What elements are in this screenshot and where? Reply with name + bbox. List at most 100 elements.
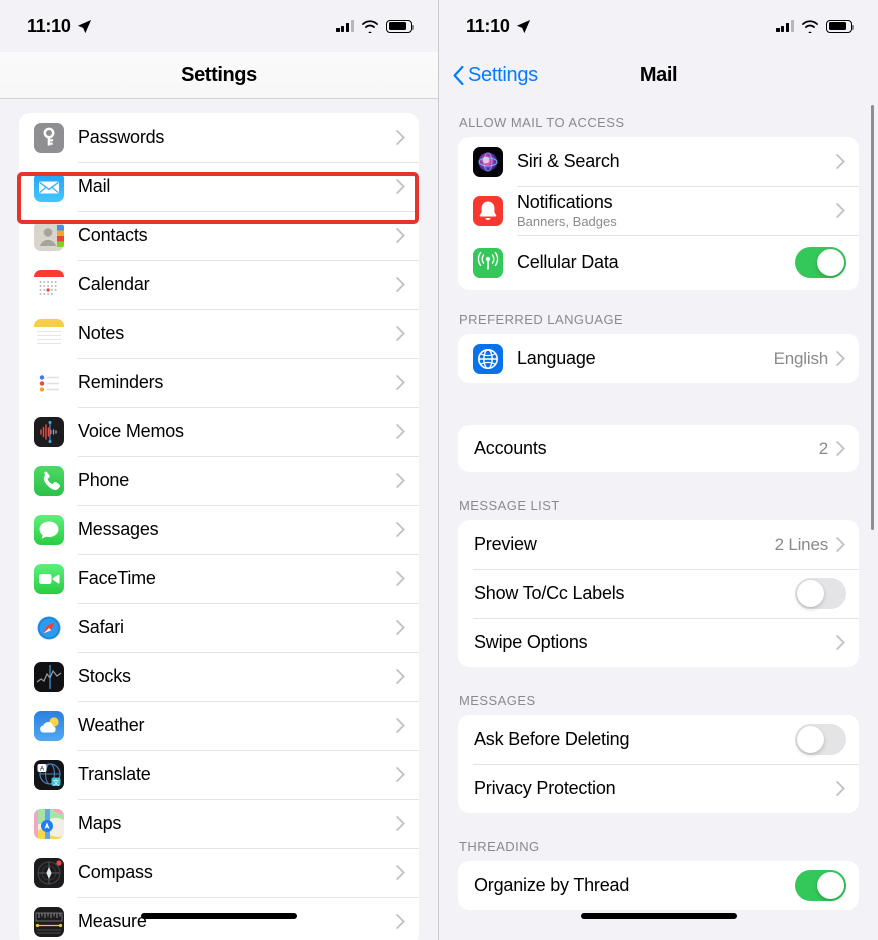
settings-row-label: Calendar	[78, 274, 150, 294]
cellular-signal-icon	[776, 20, 794, 32]
mail-row-swipe-options[interactable]: Swipe Options	[458, 618, 859, 667]
location-arrow-icon	[77, 19, 91, 33]
settings-row-passwords[interactable]: Passwords	[19, 113, 419, 162]
mail-row-ask-before-deleting[interactable]: Ask Before Deleting	[458, 715, 859, 764]
svg-text:A: A	[40, 765, 45, 772]
status-bar-time: 11:10	[466, 15, 510, 36]
settings-row-label: Translate	[78, 764, 151, 784]
mail-row-siri-search[interactable]: Siri & Search	[458, 137, 859, 186]
cellular-signal-icon	[336, 20, 354, 32]
left-settings-scroll-area[interactable]: Passwords Mail Contacts Calendar Notes R…	[0, 99, 438, 940]
contacts-app-icon	[34, 220, 64, 251]
section-header-threading: THREADING	[459, 839, 540, 854]
mail-row-organize-by-thread[interactable]: Organize by Thread	[458, 861, 859, 910]
settings-row-label: FaceTime	[78, 568, 156, 588]
mail-settings-scroll-area[interactable]: ALLOW MAIL TO ACCESS Siri & Search Notif…	[439, 99, 878, 940]
settings-row-translate[interactable]: A 文 Translate	[19, 750, 419, 799]
mail-row-label: Preview	[474, 534, 537, 554]
chevron-right-icon	[396, 277, 405, 292]
allow-access-card: Siri & Search Notifications Banners, Bad…	[458, 137, 859, 290]
reminders-app-icon	[34, 367, 64, 398]
settings-row-label: Stocks	[78, 666, 131, 686]
home-indicator[interactable]	[141, 913, 297, 919]
settings-apps-card: Passwords Mail Contacts Calendar Notes R…	[19, 113, 419, 940]
messages-card: Ask Before Deleting Privacy Protection	[458, 715, 859, 813]
show-to-cc-labels-toggle[interactable]	[795, 578, 846, 609]
settings-row-messages[interactable]: Messages	[19, 505, 419, 554]
mail-row-label: Language	[517, 348, 596, 368]
settings-row-label: Safari	[78, 617, 124, 637]
settings-row-facetime[interactable]: FaceTime	[19, 554, 419, 603]
mail-row-value: English	[773, 348, 829, 368]
section-header-allow-access: ALLOW MAIL TO ACCESS	[459, 115, 625, 130]
chevron-right-icon	[396, 228, 405, 243]
settings-row-mail[interactable]: Mail	[19, 162, 419, 211]
chevron-right-icon	[836, 781, 845, 796]
mail-row-label: Privacy Protection	[474, 778, 616, 798]
settings-row-phone[interactable]: Phone	[19, 456, 419, 505]
maps-app-icon	[34, 808, 64, 839]
section-header-messages: MESSAGES	[459, 693, 536, 708]
cellular-data-toggle[interactable]	[795, 247, 846, 278]
settings-row-calendar[interactable]: Calendar	[19, 260, 419, 309]
siri-app-icon	[473, 146, 503, 177]
chevron-right-icon	[836, 537, 845, 552]
settings-row-label: Mail	[78, 176, 111, 196]
dual-phone-screenshot: 11:10 Settings Passwords Mail Contacts C…	[0, 0, 878, 940]
notes-app-icon	[34, 318, 64, 349]
home-indicator[interactable]	[580, 913, 737, 919]
chevron-right-icon	[396, 473, 405, 488]
chevron-right-icon	[396, 767, 405, 782]
settings-row-weather[interactable]: Weather	[19, 701, 419, 750]
chevron-right-icon	[396, 130, 405, 145]
chevron-right-icon	[836, 351, 845, 366]
settings-row-label: Notes	[78, 323, 125, 343]
settings-row-label: Passwords	[78, 127, 165, 147]
chevron-right-icon	[396, 816, 405, 831]
settings-row-compass[interactable]: Compass	[19, 848, 419, 897]
settings-row-contacts[interactable]: Contacts	[19, 211, 419, 260]
status-bar-right-group	[776, 19, 855, 33]
chevron-right-icon	[396, 375, 405, 390]
settings-row-label: Compass	[78, 862, 153, 882]
mail-row-label: Ask Before Deleting	[474, 729, 630, 749]
mail-row-accounts[interactable]: Accounts 2	[458, 425, 859, 472]
section-header-preferred-language: PREFERRED LANGUAGE	[459, 312, 624, 327]
vertical-scrollbar[interactable]	[871, 105, 874, 530]
measure-app-icon	[34, 906, 64, 937]
settings-row-maps[interactable]: Maps	[19, 799, 419, 848]
mail-row-preview[interactable]: Preview 2 Lines	[458, 520, 859, 569]
mail-row-privacy-protection[interactable]: Privacy Protection	[458, 764, 859, 813]
section-header-message-list: MESSAGE LIST	[459, 498, 560, 513]
mail-row-show-to-cc-labels[interactable]: Show To/Cc Labels	[458, 569, 859, 618]
chevron-right-icon	[836, 203, 845, 218]
mail-row-language[interactable]: Language English	[458, 334, 859, 383]
settings-row-stocks[interactable]: Stocks	[19, 652, 419, 701]
chevron-right-icon	[396, 571, 405, 586]
chevron-right-icon	[396, 865, 405, 880]
chevron-right-icon	[396, 424, 405, 439]
mail-row-notifications[interactable]: Notifications Banners, Badges	[458, 186, 859, 235]
settings-row-voice-memos[interactable]: Voice Memos	[19, 407, 419, 456]
left-phone-settings-screen: 11:10 Settings Passwords Mail Contacts C…	[0, 0, 439, 940]
mail-row-label: Accounts	[474, 438, 547, 458]
mail-row-cellular-data[interactable]: Cellular Data	[458, 235, 859, 290]
settings-row-safari[interactable]: Safari	[19, 603, 419, 652]
back-button[interactable]: Settings	[453, 64, 538, 87]
notifications-app-icon	[473, 195, 503, 226]
organize-by-thread-toggle[interactable]	[795, 870, 846, 901]
chevron-right-icon	[396, 620, 405, 635]
settings-row-label: Contacts	[78, 225, 148, 245]
settings-row-notes[interactable]: Notes	[19, 309, 419, 358]
settings-row-reminders[interactable]: Reminders	[19, 358, 419, 407]
left-nav-bar: Settings	[0, 52, 438, 99]
status-bar-left-group: 11:10	[27, 16, 92, 37]
cellular-data-icon	[473, 247, 503, 278]
mail-row-label: Siri & Search	[517, 151, 620, 171]
status-bar-left: 11:10	[0, 0, 438, 52]
mail-row-label: Cellular Data	[517, 252, 619, 272]
location-arrow-icon	[516, 19, 530, 33]
ask-before-deleting-toggle[interactable]	[795, 724, 846, 755]
preferred-language-card: Language English	[458, 334, 859, 383]
settings-row-label: Phone	[78, 470, 130, 490]
